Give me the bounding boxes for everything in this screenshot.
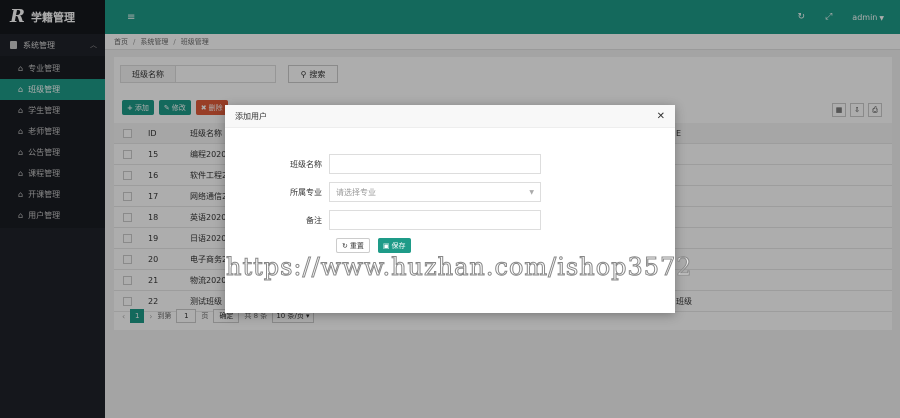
reset-button-label: 重置 (349, 241, 364, 250)
save-button-label: 保存 (391, 241, 406, 250)
chevron-down-icon: ▼ (529, 188, 534, 196)
remark-input[interactable] (329, 210, 541, 230)
field-label: 班级名称 (290, 159, 322, 169)
reset-button[interactable]: ↻ 重置 (336, 238, 370, 253)
field-label: 备注 (306, 215, 322, 225)
field-label: 所属专业 (290, 187, 322, 197)
close-icon[interactable]: ✕ (657, 111, 665, 122)
refresh-icon: ↻ (342, 241, 348, 250)
form-row-remark: 备注 (225, 210, 541, 230)
dialog-buttons: ↻ 重置 ▣ 保存 (336, 238, 411, 253)
watermark-text: https://www.huzhan.com/ishop3572 (226, 253, 693, 282)
add-dialog: 添加用户 ✕ 班级名称 所属专业 请选择专业 ▼ 备注 ↻ 重置 ▣ 保存 (225, 105, 675, 313)
class-name-input[interactable] (329, 154, 541, 174)
dialog-header: 添加用户 ✕ (225, 105, 675, 128)
save-icon: ▣ (382, 241, 390, 250)
form-row-class-name: 班级名称 (225, 154, 541, 174)
save-button[interactable]: ▣ 保存 (377, 238, 411, 253)
major-select-placeholder: 请选择专业 (336, 187, 376, 197)
dialog-title: 添加用户 (235, 111, 267, 121)
major-select[interactable]: 请选择专业 ▼ (329, 182, 541, 202)
form-row-major: 所属专业 请选择专业 ▼ (225, 182, 541, 202)
